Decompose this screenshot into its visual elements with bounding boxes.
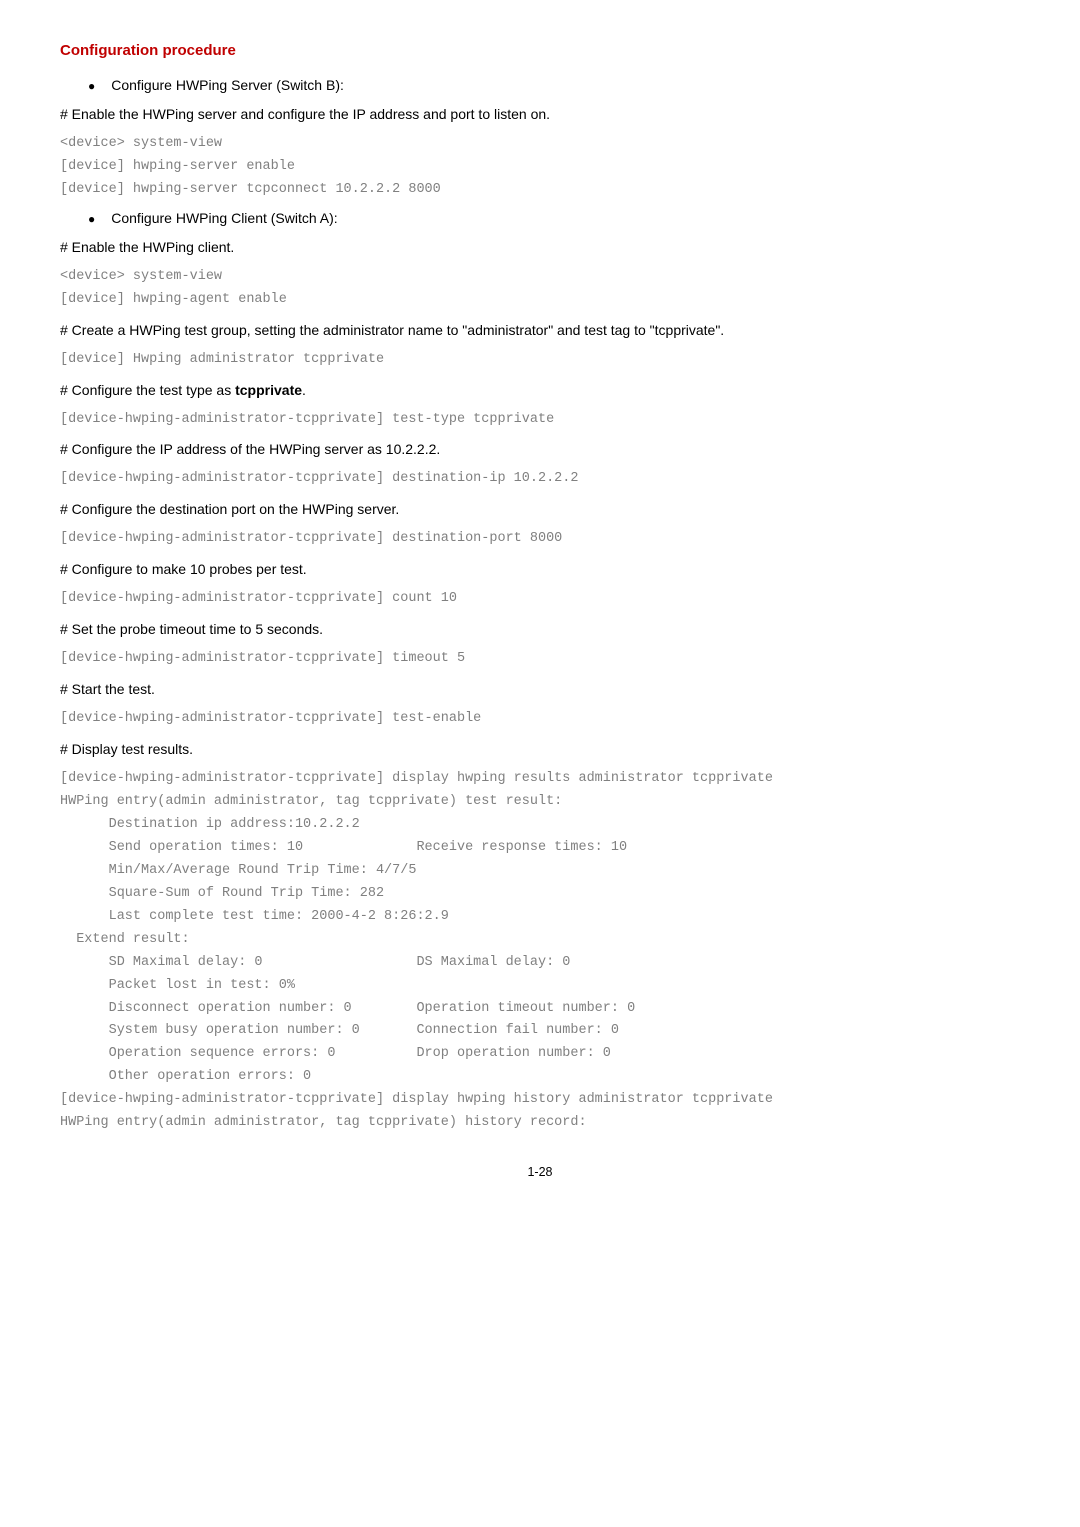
step-count: # Configure to make 10 probes per test. xyxy=(60,559,1020,580)
step-test-type-pre: # Configure the test type as xyxy=(60,382,235,398)
step-create-group: # Create a HWPing test group, setting th… xyxy=(60,320,1020,341)
code-display-results: [device-hwping-administrator-tcpprivate]… xyxy=(60,768,1020,1135)
code-start-test: [device-hwping-administrator-tcpprivate]… xyxy=(60,708,1020,731)
code-timeout: [device-hwping-administrator-tcpprivate]… xyxy=(60,648,1020,671)
code-test-type: [device-hwping-administrator-tcpprivate]… xyxy=(60,409,1020,432)
bullet-server-text: Configure HWPing Server (Switch B): xyxy=(111,75,344,96)
step-test-type-post: . xyxy=(302,382,306,398)
step-dest-ip: # Configure the IP address of the HWPing… xyxy=(60,439,1020,460)
step-start-test: # Start the test. xyxy=(60,679,1020,700)
step-display-results: # Display test results. xyxy=(60,739,1020,760)
code-create-group: [device] Hwping administrator tcpprivate xyxy=(60,349,1020,372)
step-test-type: # Configure the test type as tcpprivate. xyxy=(60,380,1020,401)
code-dest-ip: [device-hwping-administrator-tcpprivate]… xyxy=(60,468,1020,491)
section-heading: Configuration procedure xyxy=(60,40,1020,63)
code-count: [device-hwping-administrator-tcpprivate]… xyxy=(60,588,1020,611)
step-enable-client: # Enable the HWPing client. xyxy=(60,237,1020,258)
bullet-dot-icon: ● xyxy=(88,210,95,229)
bullet-server: ● Configure HWPing Server (Switch B): xyxy=(88,75,1020,96)
step-test-type-bold: tcpprivate xyxy=(235,382,302,398)
step-timeout: # Set the probe timeout time to 5 second… xyxy=(60,619,1020,640)
bullet-client: ● Configure HWPing Client (Switch A): xyxy=(88,208,1020,229)
bullet-client-text: Configure HWPing Client (Switch A): xyxy=(111,208,337,229)
page-number: 1-28 xyxy=(60,1163,1020,1182)
step-dest-port: # Configure the destination port on the … xyxy=(60,499,1020,520)
code-client-enable: <device> system-view [device] hwping-age… xyxy=(60,266,1020,312)
code-dest-port: [device-hwping-administrator-tcpprivate]… xyxy=(60,528,1020,551)
bullet-dot-icon: ● xyxy=(88,77,95,96)
step-enable-server: # Enable the HWPing server and configure… xyxy=(60,104,1020,125)
code-server-config: <device> system-view [device] hwping-ser… xyxy=(60,133,1020,202)
